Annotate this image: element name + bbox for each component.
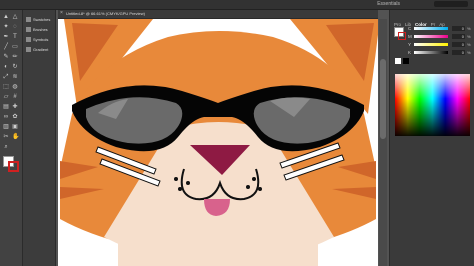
lasso-icon[interactable]: ◌ [12, 24, 18, 30]
swatches-icon [26, 17, 31, 23]
color-panel: Pro Lib Color Pr Ap C 0 % M 0 % Y 0 % K 0 % [389, 10, 474, 266]
paintbrush-icon[interactable]: ✎ [3, 54, 9, 60]
dock-item-swatches[interactable]: Swatches [26, 15, 56, 24]
direct-selection-icon[interactable]: △ [12, 14, 18, 20]
eraser-icon[interactable]: ◐ [3, 64, 9, 70]
menu-bar: Essentials [0, 0, 474, 10]
slider-value[interactable]: 0 [452, 26, 465, 31]
document-tab[interactable]: × Untitled-8* @ 66.61% (CMYK/GPU Preview… [58, 10, 378, 19]
color-spectrum[interactable] [395, 74, 470, 136]
graph-icon[interactable]: ▥ [3, 124, 9, 130]
collapsed-panel-dock: Swatches Brushes Symbols Gradient [23, 10, 56, 266]
whisker-dot [246, 185, 250, 189]
whisker-dot [258, 187, 262, 191]
slider-track[interactable] [414, 43, 448, 46]
black-slider[interactable]: K 0 % [408, 50, 474, 57]
magic-wand-icon[interactable]: ✦ [3, 24, 9, 30]
dock-item-label: Swatches [33, 17, 51, 22]
tools-panel: ▲ △ ✦ ◌ ✒ T ╱ ▭ ✎ ✏ ◐ ↻ ⤢ ≋ ⬚ ◍ ▱ # ▤ ✚ ∞ ✿ ▥ ▣ ✂ ✋ ⌕ [0, 10, 23, 266]
rotate-icon[interactable]: ↻ [12, 64, 18, 70]
dock-item-brushes[interactable]: Brushes [26, 25, 56, 34]
rectangle-icon[interactable]: ▭ [12, 44, 18, 50]
workspace-switcher[interactable]: Essentials [377, 1, 400, 7]
artboard-canvas[interactable] [58, 19, 378, 266]
shape-builder-icon[interactable]: ◍ [12, 84, 18, 90]
whisker-dot [174, 177, 178, 181]
slider-track[interactable] [414, 35, 448, 38]
whisker-dot [178, 187, 182, 191]
slider-value[interactable]: 0 [452, 42, 465, 47]
cat-chin [118, 229, 318, 266]
pencil-icon[interactable]: ✏ [12, 54, 18, 60]
artboard-icon[interactable]: ▣ [12, 124, 18, 130]
pen-icon[interactable]: ✒ [3, 34, 9, 40]
perspective-icon[interactable]: ▱ [3, 94, 9, 100]
slider-unit: % [467, 50, 471, 55]
type-icon[interactable]: T [12, 34, 18, 40]
slider-track[interactable] [414, 51, 448, 54]
panel-tabs: Pro Lib Color Pr Ap [394, 13, 449, 27]
yellow-slider[interactable]: Y 0 % [408, 42, 474, 49]
white-color-chip[interactable] [395, 58, 401, 64]
slider-track[interactable] [414, 27, 448, 30]
slider-value[interactable]: 0 [452, 34, 465, 39]
stroke-swatch[interactable] [398, 32, 406, 40]
mesh-icon[interactable]: # [12, 94, 18, 100]
hand-icon[interactable]: ✋ [12, 134, 19, 140]
slice-icon[interactable]: ✂ [3, 134, 9, 140]
whisker-dot [186, 181, 190, 185]
cat-illustration [60, 19, 378, 266]
symbol-sprayer-icon[interactable]: ✿ [12, 114, 18, 120]
cyan-slider[interactable]: C 0 % [408, 26, 474, 33]
search-input[interactable] [434, 1, 468, 7]
slider-label: C [408, 26, 412, 31]
document-tab-title: Untitled-8* @ 66.61% (CMYK/GPU Preview) [66, 11, 145, 16]
width-icon[interactable]: ≋ [12, 74, 18, 80]
gradient-icon [26, 47, 31, 53]
eyedropper-icon[interactable]: ✚ [12, 104, 18, 110]
line-icon[interactable]: ╱ [3, 44, 9, 50]
stroke-color-swatch[interactable] [8, 161, 19, 172]
scrollbar-thumb[interactable] [380, 59, 386, 139]
slider-unit: % [467, 34, 471, 39]
dock-item-gradient[interactable]: Gradient [26, 45, 56, 54]
dock-item-label: Brushes [33, 27, 48, 32]
blend-icon[interactable]: ∞ [3, 114, 9, 120]
free-transform-icon[interactable]: ⬚ [3, 84, 9, 90]
slider-label: Y [408, 42, 412, 47]
brushes-icon [26, 27, 31, 33]
close-icon[interactable]: × [60, 11, 63, 16]
slider-unit: % [467, 26, 471, 31]
slider-label: M [408, 34, 412, 39]
whisker-dot [252, 177, 256, 181]
symbols-icon [26, 37, 31, 43]
selection-icon[interactable]: ▲ [3, 14, 9, 20]
dock-item-symbols[interactable]: Symbols [26, 35, 56, 44]
gradient-icon[interactable]: ▤ [3, 104, 9, 110]
slider-label: K [408, 50, 412, 55]
vertical-scrollbar[interactable] [379, 19, 387, 266]
slider-value[interactable]: 0 [452, 50, 465, 55]
magenta-slider[interactable]: M 0 % [408, 34, 474, 41]
slider-unit: % [467, 42, 471, 47]
dock-item-label: Gradient [33, 47, 49, 52]
scale-icon[interactable]: ⤢ [3, 74, 9, 80]
dock-item-label: Symbols [33, 37, 49, 42]
zoom-icon[interactable]: ⌕ [3, 144, 9, 150]
black-color-chip[interactable] [403, 58, 409, 64]
